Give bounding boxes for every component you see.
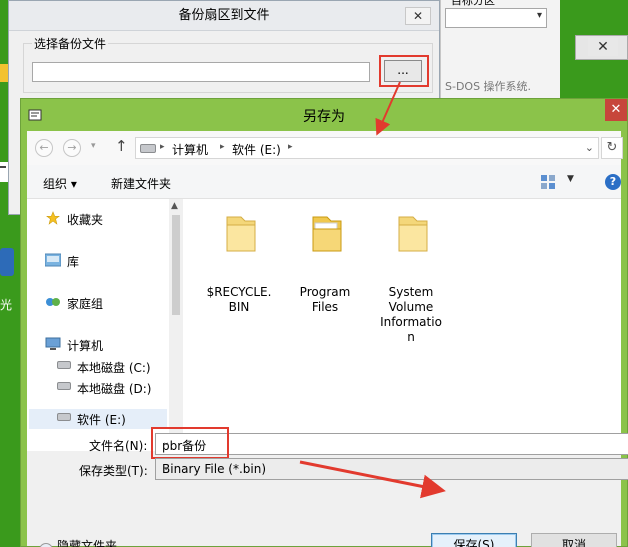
window-title: 备份扇区到文件	[9, 1, 439, 31]
organize-button[interactable]: 组织 ▾	[43, 175, 77, 192]
highlight-box	[151, 427, 229, 459]
navigation-bar: ← → ▾ ↑ ▸ 计算机 ▸ 软件 (E:) ▸ ⌄ ↻	[27, 131, 623, 165]
os-text: S-DOS 操作系统.	[445, 80, 532, 93]
nav-item-computer[interactable]: 计算机	[67, 337, 103, 354]
nav-item-drive-d[interactable]: 本地磁盘 (D:)	[77, 380, 151, 397]
view-options-icon[interactable]	[541, 175, 555, 189]
dialog-body: ← → ▾ ↑ ▸ 计算机 ▸ 软件 (E:) ▸ ⌄ ↻ 组织 ▾ 新建文件夹	[27, 131, 628, 547]
toolbar: 组织 ▾ 新建文件夹 ▼ ?	[27, 165, 621, 199]
folder-icon	[312, 216, 342, 252]
favorites-star-icon	[46, 211, 60, 225]
drive-icon	[140, 144, 156, 153]
nav-item-drive-c[interactable]: 本地磁盘 (C:)	[77, 359, 151, 376]
folder-label: System Volume Informatio n	[380, 285, 442, 344]
drive-icon	[57, 361, 71, 369]
partition-combo[interactable]: ▾	[445, 8, 547, 28]
chevron-down-icon[interactable]: ⌄	[162, 437, 624, 448]
breadcrumb-separator: ▸	[220, 142, 225, 152]
drive-icon	[57, 413, 71, 421]
chevron-down-icon[interactable]: ⌄	[162, 462, 624, 473]
close-button[interactable]: ✕	[405, 7, 431, 25]
save-as-dialog: 另存为 ✕ ← → ▾ ↑ ▸ 计算机 ▸ 软件 (E:) ▸ ⌄ ↻ 组织 ▾…	[20, 98, 628, 547]
cancel-button[interactable]: 取消	[531, 533, 617, 547]
hide-folders-toggle[interactable]: ▲ 隐藏文件夹	[39, 537, 117, 547]
highlight-box	[379, 55, 429, 87]
folder-label: Program Files	[299, 285, 351, 314]
scroll-up-icon[interactable]: ▲	[171, 201, 178, 211]
drive-icon	[57, 382, 71, 390]
backup-path-input[interactable]	[32, 62, 370, 82]
navigation-pane: 收藏夹 库 家庭组 计算机 本地磁盘 (C:) 本地磁盘 (D:) 软件 (E:…	[27, 199, 185, 451]
desktop-icon-label: 光	[0, 298, 13, 312]
library-icon	[45, 253, 61, 267]
new-folder-button[interactable]: 新建文件夹	[111, 175, 171, 192]
background-window-right: ✕	[575, 35, 628, 60]
chevron-down-icon: ▾	[536, 10, 542, 21]
recent-locations-icon[interactable]: ▾	[91, 141, 96, 151]
breadcrumb-separator: ▸	[160, 142, 165, 152]
nav-item-libraries[interactable]: 库	[67, 253, 79, 270]
back-icon[interactable]: ←	[35, 139, 53, 157]
help-icon[interactable]: ?	[605, 174, 621, 190]
chevron-down-icon[interactable]: ⌄	[585, 141, 594, 154]
nav-item-homegroup[interactable]: 家庭组	[67, 295, 103, 312]
folder-label: $RECYCLE. BIN	[206, 285, 272, 314]
select-backup-file-group: 选择备份文件 ...	[23, 35, 433, 93]
filetype-label: 保存类型(T):	[79, 464, 148, 478]
group-label: 选择备份文件	[32, 35, 109, 52]
up-icon[interactable]: ↑	[115, 137, 128, 155]
filename-label: 文件名(N):	[89, 439, 148, 453]
desktop-icon[interactable]	[0, 248, 20, 276]
chevron-up-icon: ▲	[39, 543, 53, 547]
filetype-select[interactable]: Binary File (*.bin) ⌄	[155, 458, 628, 480]
chevron-down-icon[interactable]: ▼	[567, 174, 574, 184]
hide-folders-label: 隐藏文件夹	[57, 539, 118, 547]
homegroup-icon	[46, 298, 60, 306]
target-partition-label: 目标分区	[451, 0, 495, 7]
computer-icon	[45, 337, 61, 350]
nav-item-favorites[interactable]: 收藏夹	[67, 211, 103, 228]
background-window-options: 目标分区 ▾ S-DOS 操作系统.	[440, 0, 560, 100]
dialog-title: 另存为	[303, 109, 345, 125]
breadcrumb-computer[interactable]: 计算机	[172, 141, 208, 158]
folder-icon	[226, 216, 256, 252]
breadcrumb-drive[interactable]: 软件 (E:)	[232, 141, 281, 158]
address-bar[interactable]: ▸ 计算机 ▸ 软件 (E:) ▸ ⌄	[135, 137, 599, 159]
folder-icon	[398, 216, 428, 252]
breadcrumb-separator: ▸	[288, 142, 293, 152]
forward-icon[interactable]: →	[63, 139, 81, 157]
close-button[interactable]: ✕	[605, 99, 627, 121]
save-button[interactable]: 保存(S)	[431, 533, 517, 547]
dialog-titlebar[interactable]: 另存为 ✕	[21, 99, 627, 131]
nav-scrollbar[interactable]: ▲ ▼	[169, 199, 183, 451]
close-button[interactable]: ✕	[588, 38, 618, 56]
refresh-icon[interactable]: ↻	[601, 137, 623, 159]
file-list: $RECYCLE. BIN Program Files System Volum…	[185, 199, 621, 451]
scroll-thumb[interactable]	[172, 215, 180, 315]
nav-item-drive-e[interactable]: 软件 (E:)	[77, 411, 126, 428]
